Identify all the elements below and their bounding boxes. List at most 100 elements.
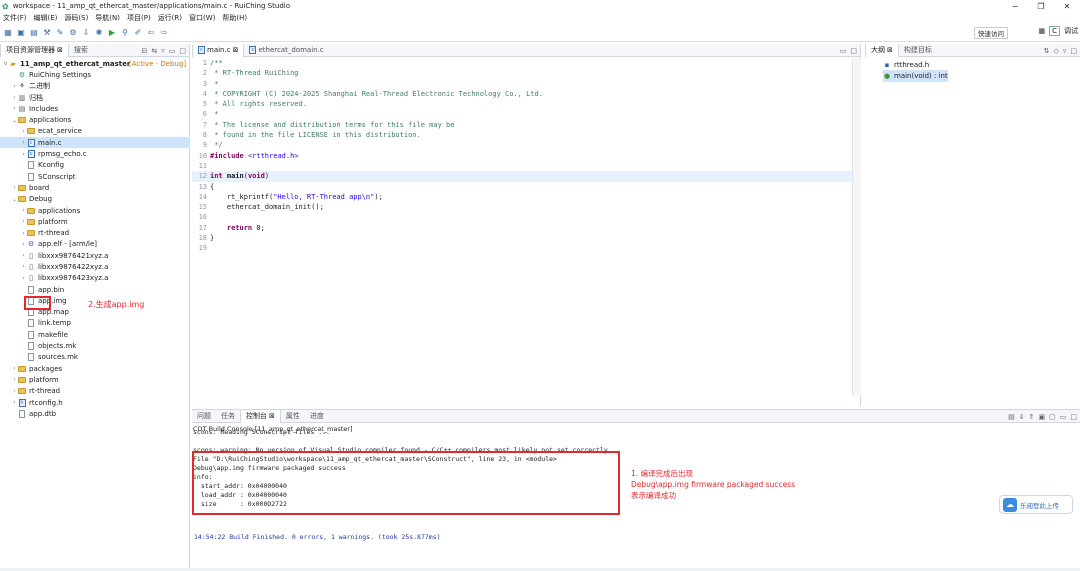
tree-item[interactable]: › h rtconfig.h bbox=[0, 397, 190, 408]
tab-problems[interactable]: 问题 bbox=[192, 410, 216, 423]
menu-file[interactable]: 文件(F) bbox=[3, 13, 27, 23]
view-menu-icon[interactable]: ▿ bbox=[161, 47, 165, 55]
tree-item[interactable]: › applications bbox=[0, 205, 190, 216]
tree-item[interactable]: › ▯ libxxx9876422xyz.a bbox=[0, 261, 190, 272]
forward-icon[interactable]: ⇨ bbox=[159, 28, 169, 38]
settings-icon[interactable]: ⚙ bbox=[68, 28, 78, 38]
console-clear-icon[interactable]: ▤ bbox=[1008, 413, 1015, 421]
expand-toggle-icon[interactable]: › bbox=[20, 263, 27, 270]
perspective-c-button[interactable]: C bbox=[1049, 26, 1060, 36]
expand-toggle-icon[interactable]: › bbox=[20, 230, 27, 237]
tree-item[interactable]: › ecat_service bbox=[0, 126, 190, 137]
maximize-view-icon[interactable]: □ bbox=[179, 47, 186, 55]
outline-item-include[interactable]: ▪ rtthread.h bbox=[883, 59, 948, 70]
expand-toggle-icon[interactable]: › bbox=[20, 275, 27, 282]
tree-item[interactable]: objects.mk bbox=[0, 340, 190, 351]
minimize-view-icon[interactable]: ▭ bbox=[169, 47, 176, 55]
tree-item[interactable]: › ⚙ app.elf - [arm/le] bbox=[0, 239, 190, 250]
tree-item[interactable]: app.bin bbox=[0, 284, 190, 295]
minimize-button[interactable]: − bbox=[1002, 0, 1028, 12]
tree-item[interactable]: sources.mk bbox=[0, 352, 190, 363]
pin-console-icon[interactable]: ⇑ bbox=[1029, 413, 1035, 421]
tab-tasks[interactable]: 任务 bbox=[216, 410, 240, 423]
minimize-view-icon[interactable]: ▭ bbox=[840, 47, 847, 55]
tree-item[interactable]: ⌄ Debug bbox=[0, 194, 190, 205]
search-icon[interactable]: ⚲ bbox=[120, 28, 130, 38]
maximize-button[interactable]: ❐ bbox=[1028, 0, 1054, 12]
save-icon[interactable]: ▣ bbox=[16, 28, 26, 38]
menu-window[interactable]: 窗口(W) bbox=[189, 13, 215, 23]
debug-icon[interactable]: ✱ bbox=[94, 28, 104, 38]
tree-item[interactable]: link.temp bbox=[0, 318, 190, 329]
save-all-icon[interactable]: ▤ bbox=[29, 28, 39, 38]
tree-project-root[interactable]: v ▰ 11_amp_qt_ethercat_master [Active - … bbox=[0, 58, 190, 69]
expand-toggle-icon[interactable]: › bbox=[11, 365, 18, 372]
tree-item[interactable]: SConscript bbox=[0, 171, 190, 182]
tree-item[interactable]: › platform bbox=[0, 374, 190, 385]
tab-ethercat-domain-c[interactable]: c ethercat_domain.c bbox=[244, 44, 328, 57]
tree-item[interactable]: Kconfig bbox=[0, 160, 190, 171]
tree-item[interactable]: app.dtb bbox=[0, 408, 190, 419]
menu-project[interactable]: 项目(P) bbox=[127, 13, 151, 23]
collapse-all-icon[interactable]: ⊟ bbox=[141, 47, 147, 55]
tree-item[interactable]: › platform bbox=[0, 216, 190, 227]
expand-toggle-icon[interactable]: › bbox=[11, 83, 18, 90]
tree-item[interactable]: makefile bbox=[0, 329, 190, 340]
maximize-view-icon[interactable]: □ bbox=[1070, 413, 1077, 421]
maximize-view-icon[interactable]: □ bbox=[1070, 47, 1077, 55]
menu-source[interactable]: 源码(S) bbox=[64, 13, 88, 23]
open-perspective-icon[interactable]: ▦ bbox=[1038, 27, 1045, 35]
expand-toggle-icon[interactable]: ⌄ bbox=[11, 196, 18, 203]
back-icon[interactable]: ⇦ bbox=[146, 28, 156, 38]
build-icon[interactable]: ⚒ bbox=[42, 28, 52, 38]
code-area[interactable]: 1/** 2 * RT-Thread RuiChing 3 * 4 * COPYRIG… bbox=[192, 58, 852, 403]
expand-toggle-icon[interactable]: › bbox=[20, 218, 27, 225]
hide-fields-icon[interactable]: ◇ bbox=[1053, 47, 1058, 55]
menu-help[interactable]: 帮助(H) bbox=[222, 13, 247, 23]
tree-item[interactable]: › ▯ libxxx9876421xyz.a bbox=[0, 250, 190, 261]
tab-outline[interactable]: 大纲 ⊠ bbox=[865, 43, 899, 57]
tree-item[interactable]: › c main.c bbox=[0, 137, 190, 149]
close-button[interactable]: ✕ bbox=[1054, 0, 1080, 12]
tree-item[interactable]: › rt-thread bbox=[0, 386, 190, 397]
expand-toggle-icon[interactable]: › bbox=[11, 388, 18, 395]
expand-toggle-icon[interactable]: ⌄ bbox=[11, 117, 18, 124]
tab-properties[interactable]: 属性 bbox=[281, 410, 305, 423]
menu-run[interactable]: 运行(R) bbox=[158, 13, 182, 23]
menu-navigate[interactable]: 导航(N) bbox=[95, 13, 120, 23]
tab-build-targets[interactable]: 构建目标 bbox=[899, 44, 937, 57]
expand-toggle-icon[interactable]: › bbox=[11, 376, 18, 383]
quick-access-input[interactable]: 快速访问 bbox=[974, 27, 1008, 39]
outline-item-main[interactable]: ● main(void) : int bbox=[883, 70, 948, 82]
expand-toggle-icon[interactable]: › bbox=[20, 241, 27, 248]
tree-item[interactable]: › c rpmsg_echo.c bbox=[0, 148, 190, 159]
expand-toggle-icon[interactable]: › bbox=[20, 207, 27, 214]
cloud-upload-button[interactable]: ☁ 乐阅登此上传 bbox=[999, 495, 1073, 514]
expand-toggle-icon[interactable]: › bbox=[11, 94, 18, 101]
expand-toggle-icon[interactable]: › bbox=[20, 252, 27, 259]
sort-icon[interactable]: ⇅ bbox=[1044, 47, 1050, 55]
run-icon[interactable]: ▶ bbox=[107, 28, 117, 38]
tree-item[interactable]: › board bbox=[0, 182, 190, 193]
annotation-icon[interactable]: ✐ bbox=[133, 28, 143, 38]
expand-toggle-icon[interactable]: › bbox=[11, 105, 18, 112]
clean-icon[interactable]: ✎ bbox=[55, 28, 65, 38]
tab-console[interactable]: 控制台 ⊠ bbox=[240, 409, 281, 423]
tab-search[interactable]: 搜索 bbox=[69, 44, 93, 57]
link-editor-icon[interactable]: ⇆ bbox=[151, 47, 157, 55]
expand-toggle-icon[interactable]: › bbox=[11, 399, 18, 406]
expand-toggle-icon[interactable]: › bbox=[20, 128, 27, 135]
open-console-icon[interactable]: ▣ bbox=[1039, 413, 1046, 421]
tree-item[interactable]: › rt-thread bbox=[0, 227, 190, 238]
tree-item[interactable]: › ▤ Includes bbox=[0, 103, 190, 114]
tab-project-explorer[interactable]: 项目资源管理器 ⊠ bbox=[0, 43, 69, 57]
tab-main-c[interactable]: c main.c ⊠ bbox=[192, 43, 245, 57]
display-console-icon[interactable]: ▢ bbox=[1049, 413, 1056, 421]
tree-item[interactable]: ⚙ RuiChing Settings bbox=[0, 69, 190, 80]
tree-item[interactable]: ⌄ applications bbox=[0, 114, 190, 125]
tab-progress[interactable]: 进度 bbox=[305, 410, 329, 423]
new-icon[interactable]: ▦ bbox=[3, 28, 13, 38]
maximize-view-icon[interactable]: □ bbox=[850, 47, 857, 55]
tree-item[interactable]: › packages bbox=[0, 363, 190, 374]
expand-toggle-icon[interactable]: › bbox=[11, 184, 18, 191]
